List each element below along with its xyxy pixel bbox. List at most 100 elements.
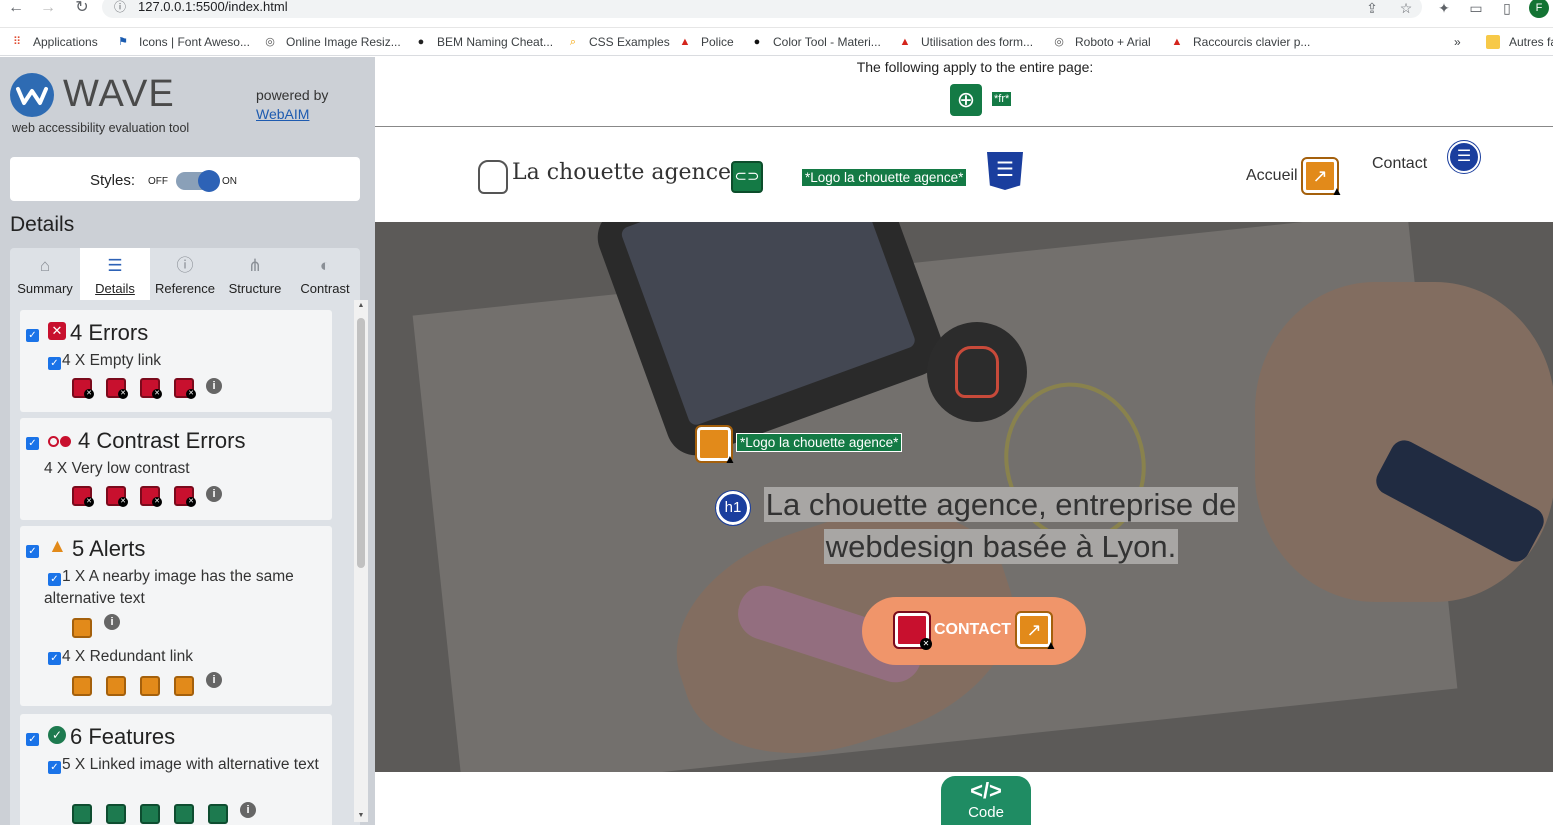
empty-link-checkbox[interactable]: ✓: [48, 357, 61, 370]
cast-icon[interactable]: ▭: [1466, 0, 1486, 18]
info-icon[interactable]: i: [206, 378, 222, 394]
h1-badge[interactable]: h1: [715, 490, 751, 526]
wave-sidebar: WAVE web accessibility evaluation tool p…: [0, 57, 375, 825]
details-scrollbar[interactable]: ▲ ▼: [354, 300, 368, 822]
info-icon[interactable]: i: [104, 614, 120, 630]
linked-image-icon[interactable]: ⊂⊃: [731, 161, 763, 193]
low-contrast-icon[interactable]: ✕: [106, 486, 128, 507]
scrollbar-thumb[interactable]: [357, 318, 365, 568]
redundant-link-icon[interactable]: ↗ ▲: [1015, 611, 1057, 652]
scroll-down-arrow-icon[interactable]: ▼: [357, 812, 365, 820]
redundant-link-icon[interactable]: [140, 676, 160, 696]
linked-image-icon[interactable]: [174, 804, 194, 824]
bookmark-css-examples[interactable]: ⌕ CSS Examples: [566, 32, 670, 52]
bookmark-image-resize[interactable]: ◎ Online Image Resiz...: [263, 32, 401, 52]
tab-structure[interactable]: ⋔ Structure: [220, 248, 290, 300]
features-title: 6 Features: [70, 724, 176, 749]
code-toggle-button[interactable]: </> Code: [941, 776, 1031, 825]
language-globe-icon[interactable]: ⊕: [950, 84, 982, 116]
forward-arrow-icon[interactable]: →: [38, 0, 58, 16]
empty-link-icon[interactable]: ✕: [140, 378, 162, 399]
empty-link-icon[interactable]: ✕: [106, 378, 128, 399]
owl-logo-icon[interactable]: [478, 160, 508, 194]
bookmark-formulaires[interactable]: ▲ Utilisation des form...: [898, 32, 1034, 52]
bookmark-color-tool[interactable]: ● Color Tool - Materi...: [750, 32, 881, 52]
reload-icon[interactable]: ↻: [72, 0, 92, 16]
globe-icon: ◎: [1054, 36, 1064, 48]
low-contrast-icon[interactable]: ✕: [72, 486, 94, 507]
contact-button[interactable]: ✕ CONTACT ↗ ▲: [862, 597, 1086, 665]
low-contrast-icon[interactable]: ✕: [174, 486, 196, 507]
back-arrow-icon[interactable]: ←: [6, 0, 26, 16]
info-icon[interactable]: i: [206, 486, 222, 502]
contrast-error-icon[interactable]: ✕: [893, 611, 932, 650]
redundant-link-icon[interactable]: ↗ ▲: [1301, 157, 1343, 198]
warning-triangle-icon: ▲: [1331, 184, 1343, 198]
linked-image-icon[interactable]: [106, 804, 126, 824]
nav-accueil[interactable]: Accueil: [1246, 167, 1298, 185]
image-alert-icon[interactable]: ▲: [695, 425, 736, 466]
error-x-icon: ✕: [48, 322, 66, 340]
nav-contact[interactable]: Contact: [1372, 155, 1427, 173]
redundant-link-checkbox[interactable]: ✓: [48, 652, 61, 665]
bookmark-roboto-arial[interactable]: ◎ Roboto + Arial: [1052, 32, 1151, 52]
redundant-link-icons: i: [72, 672, 272, 698]
site-info-icon[interactable]: ⓘ: [114, 0, 126, 15]
adobe-icon: ▲: [679, 36, 691, 48]
bookmark-raccourcis[interactable]: ▲ Raccourcis clavier p...: [1170, 32, 1311, 52]
extensions-icon[interactable]: ✦: [1434, 0, 1454, 18]
errors-checkbox[interactable]: ✓: [26, 329, 39, 342]
contrast-title: 4 Contrast Errors: [78, 428, 246, 453]
tab-details[interactable]: ☰ Details: [80, 248, 150, 300]
very-low-contrast-label: 4 X Very low contrast: [44, 460, 190, 477]
tab-contrast[interactable]: ◐ Contrast: [290, 248, 360, 300]
linked-image-icon[interactable]: [72, 804, 92, 824]
webaim-link[interactable]: WebAIM: [256, 106, 309, 122]
info-icon[interactable]: i: [240, 802, 256, 818]
globe-icon: ◎: [265, 36, 275, 48]
sidepanel-icon[interactable]: ▯: [1497, 0, 1517, 18]
code-label: Code: [968, 804, 1004, 821]
bookmarks-overflow-button[interactable]: »: [1454, 32, 1461, 52]
bookmark-other-folder[interactable]: Autres fa: [1486, 32, 1553, 52]
bookmark-font-awesome[interactable]: ⚑ Icons | Font Aweso...: [116, 32, 250, 52]
empty-link-icon[interactable]: ✕: [72, 378, 94, 399]
address-bar[interactable]: ⓘ 127.0.0.1:5500/index.html: [102, 0, 1422, 18]
page-wide-note: The following apply to the entire page:: [856, 59, 1094, 75]
bookmark-police[interactable]: ▲ Police: [678, 32, 734, 52]
toggle-knob: [198, 170, 220, 192]
nearby-image-icons: i: [72, 614, 152, 640]
linked-image-icons: i: [72, 802, 272, 825]
alerts-checkbox[interactable]: ✓: [26, 545, 39, 558]
scroll-up-arrow-icon[interactable]: ▲: [357, 302, 365, 310]
code-icon: </>: [970, 778, 1002, 803]
tab-reference[interactable]: ⓘ Reference: [150, 248, 220, 300]
tab-summary[interactable]: ⌂ Summary: [10, 248, 80, 300]
wave-logo-icon: [10, 73, 54, 117]
empty-link-icon[interactable]: ✕: [174, 378, 196, 399]
redundant-link-icon[interactable]: [72, 676, 92, 696]
nearby-image-alert-icon[interactable]: [72, 618, 92, 638]
contrast-icon: [48, 436, 72, 448]
linked-image-icon[interactable]: [140, 804, 160, 824]
low-contrast-icon[interactable]: ✕: [140, 486, 162, 507]
bookmark-bem[interactable]: ● BEM Naming Cheat...: [414, 32, 553, 52]
share-icon[interactable]: ⇪: [1362, 0, 1382, 18]
bookmark-star-icon[interactable]: ☆: [1396, 0, 1416, 18]
styles-on-label: ON: [222, 176, 237, 187]
profile-avatar[interactable]: F: [1529, 0, 1549, 18]
contrast-icon: ◐: [319, 256, 331, 275]
info-icon[interactable]: i: [206, 672, 222, 688]
details-panel: ✓ ✕ 4 Errors ✓ 4 X Empty link ✕ ✕ ✕ ✕ i …: [10, 300, 368, 825]
brand-name[interactable]: La chouette agence: [512, 160, 731, 185]
linked-image-icon[interactable]: [208, 804, 228, 824]
bookmark-applications[interactable]: ⠿ Applications: [10, 32, 98, 52]
redundant-link-icon[interactable]: [174, 676, 194, 696]
css3-icon[interactable]: ☰: [987, 152, 1023, 190]
list-icon[interactable]: ☰: [1447, 140, 1481, 174]
redundant-link-icon[interactable]: [106, 676, 126, 696]
styles-toggle[interactable]: [176, 170, 220, 192]
features-checkbox[interactable]: ✓: [26, 733, 39, 746]
contrast-checkbox[interactable]: ✓: [26, 437, 39, 450]
features-card: ✓ ✓ 6 Features ✓ 5 X Linked image with a…: [20, 714, 332, 825]
